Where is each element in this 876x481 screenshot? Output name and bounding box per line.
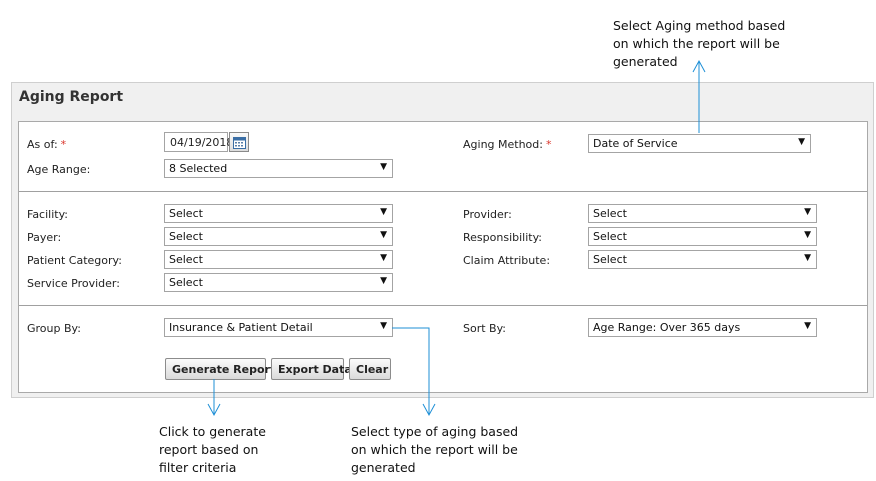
responsibility-select[interactable]: Select ▼ bbox=[588, 227, 817, 246]
required-marker: * bbox=[60, 138, 67, 151]
generate-callout: Click to generate report based on filter… bbox=[159, 424, 266, 475]
calendar-button[interactable] bbox=[229, 132, 249, 152]
service-provider-select[interactable]: Select ▼ bbox=[164, 273, 393, 292]
sort-by-select[interactable]: Age Range: Over 365 days ▼ bbox=[588, 318, 817, 337]
chevron-down-icon: ▼ bbox=[804, 207, 811, 217]
calendar-icon bbox=[233, 137, 246, 149]
aging-method-callout: Select Aging method based on which the r… bbox=[613, 18, 786, 69]
provider-label: Provider: bbox=[463, 208, 512, 221]
group-by-callout: Select type of aging based on which the … bbox=[351, 424, 519, 475]
as-of-label: As of: * bbox=[27, 138, 67, 151]
patient-category-select[interactable]: Select ▼ bbox=[164, 250, 393, 269]
chevron-down-icon: ▼ bbox=[380, 207, 387, 217]
aging-report-panel: Aging Report As of: * 04/19/2018 Aging Me… bbox=[11, 82, 874, 398]
arrow-down-icon bbox=[422, 403, 436, 417]
facility-select[interactable]: Select ▼ bbox=[164, 204, 393, 223]
chevron-down-icon: ▼ bbox=[804, 230, 811, 240]
chevron-down-icon: ▼ bbox=[804, 253, 811, 263]
export-data-button[interactable]: Export Data bbox=[271, 358, 352, 380]
aging-method-select[interactable]: Date of Service ▼ bbox=[588, 134, 811, 153]
panel-title: Aging Report bbox=[19, 89, 124, 105]
group-by-select[interactable]: Insurance & Patient Detail ▼ bbox=[164, 318, 393, 337]
patient-category-label: Patient Category: bbox=[27, 254, 122, 267]
group-by-label: Group By: bbox=[27, 322, 81, 335]
responsibility-label: Responsibility: bbox=[463, 231, 542, 244]
section-divider bbox=[19, 191, 867, 192]
required-marker: * bbox=[545, 138, 552, 151]
aging-method-label: Aging Method: * bbox=[463, 138, 552, 151]
provider-select[interactable]: Select ▼ bbox=[588, 204, 817, 223]
generate-report-button[interactable]: Generate Report bbox=[165, 358, 275, 380]
arrow-down-icon bbox=[207, 403, 221, 417]
service-provider-label: Service Provider: bbox=[27, 277, 120, 290]
clear-button[interactable]: Clear bbox=[349, 358, 391, 380]
payer-label: Payer: bbox=[27, 231, 62, 244]
section-divider bbox=[19, 305, 867, 306]
chevron-down-icon: ▼ bbox=[380, 276, 387, 286]
claim-attribute-label: Claim Attribute: bbox=[463, 254, 551, 267]
chevron-down-icon: ▼ bbox=[380, 253, 387, 263]
filter-form: As of: * 04/19/2018 Aging Method: * Date o… bbox=[18, 121, 868, 393]
sort-by-label: Sort By: bbox=[463, 322, 507, 335]
chevron-down-icon: ▼ bbox=[380, 230, 387, 240]
chevron-down-icon: ▼ bbox=[804, 321, 811, 331]
facility-label: Facility: bbox=[27, 208, 69, 221]
payer-select[interactable]: Select ▼ bbox=[164, 227, 393, 246]
age-range-select[interactable]: 8 Selected ▼ bbox=[164, 159, 393, 178]
claim-attribute-select[interactable]: Select ▼ bbox=[588, 250, 817, 269]
chevron-down-icon: ▼ bbox=[380, 162, 387, 172]
age-range-label: Age Range: bbox=[27, 163, 91, 176]
chevron-down-icon: ▼ bbox=[798, 137, 805, 147]
chevron-down-icon: ▼ bbox=[380, 321, 387, 331]
as-of-date-input[interactable]: 04/19/2018 bbox=[164, 132, 233, 152]
